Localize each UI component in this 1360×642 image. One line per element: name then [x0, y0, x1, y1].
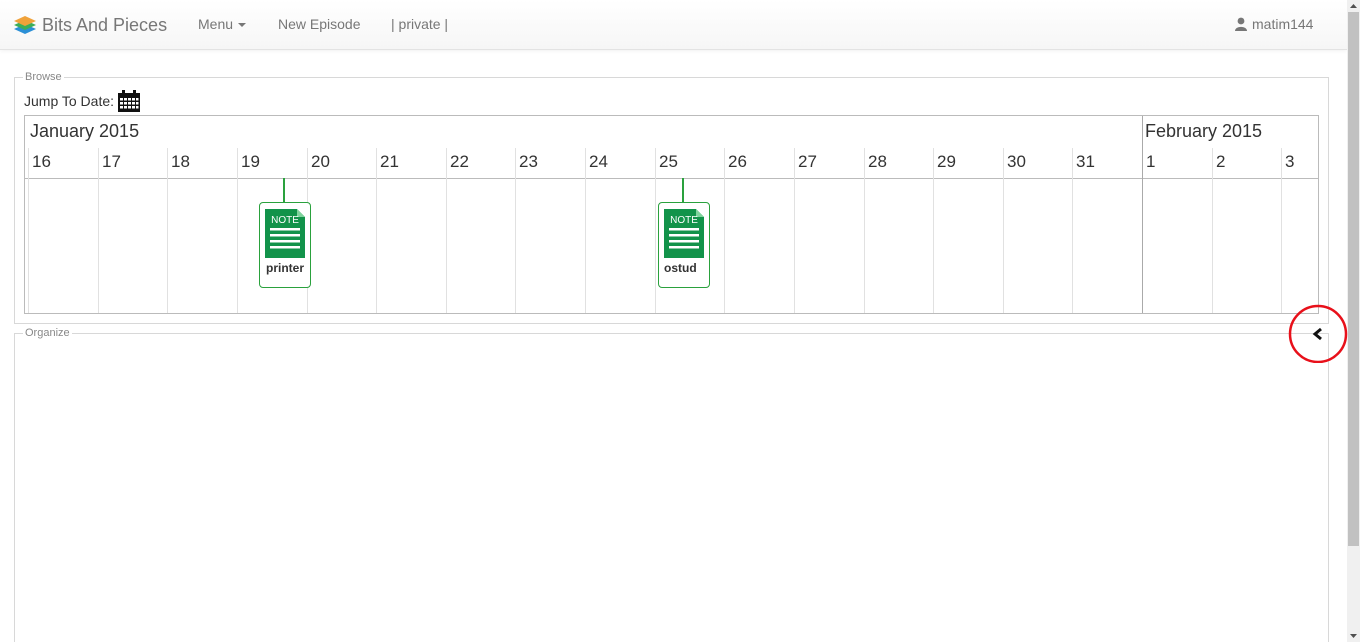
calendar-icon[interactable]	[118, 90, 141, 112]
day-label: 2	[1216, 152, 1226, 171]
organize-panel: Organize	[14, 327, 1329, 642]
timeline-header-divider	[25, 178, 1318, 179]
day-label: 3	[1285, 152, 1295, 171]
caret-down-icon	[238, 23, 247, 28]
brand-title: Bits And Pieces	[42, 14, 168, 35]
jump-to-date-label: Jump To Date:	[24, 93, 115, 109]
event-connector	[283, 178, 285, 202]
day-label: 25	[659, 152, 678, 171]
day-divider	[933, 148, 934, 313]
jump-to-date: Jump To Date:	[24, 90, 141, 112]
day-divider	[1072, 148, 1073, 313]
day-divider	[585, 148, 586, 313]
day-divider	[28, 148, 29, 313]
menu-label: Menu	[198, 16, 234, 32]
day-divider	[376, 148, 377, 313]
day-label: 24	[589, 152, 608, 171]
note-icon-text: NOTE	[670, 215, 698, 226]
scroll-up-arrow-icon[interactable]	[1347, 0, 1360, 12]
note-document-icon: NOTE	[265, 209, 305, 258]
day-divider	[724, 148, 725, 313]
timeline[interactable]: January 2015 February 2015 16 17 18 19 20 21 2…	[24, 115, 1319, 314]
day-divider	[655, 148, 656, 313]
day-divider	[864, 148, 865, 313]
day-label: 30	[1007, 152, 1026, 171]
day-divider	[515, 148, 516, 313]
timeline-event-ostud[interactable]: NOTE ostud	[658, 202, 710, 288]
day-divider	[237, 148, 238, 313]
event-title: ostud	[664, 261, 697, 275]
day-label: 22	[450, 152, 469, 171]
timeline-event-printer[interactable]: NOTE printer	[259, 202, 311, 288]
day-divider	[1281, 148, 1282, 313]
user-menu[interactable]: matim144	[1234, 16, 1313, 32]
day-label: 21	[380, 152, 399, 171]
private-label[interactable]: | private |	[391, 16, 448, 32]
day-label: 1	[1146, 152, 1156, 171]
highlight-circle	[1288, 304, 1348, 363]
day-label: 26	[728, 152, 747, 171]
day-divider	[794, 148, 795, 313]
day-label: 23	[519, 152, 538, 171]
day-divider	[167, 148, 168, 313]
note-icon-text: NOTE	[271, 215, 299, 226]
event-title: printer	[265, 261, 304, 275]
day-divider	[1003, 148, 1004, 313]
user-icon	[1235, 17, 1247, 31]
day-label: 27	[798, 152, 817, 171]
new-episode-link[interactable]: New Episode	[278, 16, 361, 32]
day-divider	[1212, 148, 1213, 313]
month-divider	[1142, 116, 1143, 313]
username: matim144	[1252, 16, 1314, 32]
day-label: 28	[868, 152, 887, 171]
day-divider	[446, 148, 447, 313]
month-label: January 2015	[30, 121, 140, 141]
day-divider	[98, 148, 99, 313]
chevron-left-icon	[1312, 327, 1322, 341]
collapse-sidebar-button[interactable]	[1288, 303, 1348, 363]
menu-dropdown[interactable]: Menu	[198, 16, 247, 32]
brand-link[interactable]: Bits And Pieces	[12, 13, 167, 37]
scroll-thumb[interactable]	[1348, 12, 1359, 546]
layers-logo-icon	[14, 16, 36, 34]
scroll-down-arrow-icon[interactable]	[1347, 630, 1360, 642]
event-connector	[682, 178, 684, 202]
browse-legend: Browse	[23, 71, 64, 83]
top-navbar: Bits And Pieces Menu New Episode | priva…	[0, 0, 1347, 50]
organize-legend: Organize	[23, 327, 72, 339]
day-label: 17	[102, 152, 121, 171]
page-scrollbar[interactable]	[1347, 0, 1360, 642]
day-label: 18	[171, 152, 190, 171]
day-label: 31	[1076, 152, 1095, 171]
day-label: 19	[241, 152, 260, 171]
day-label: 16	[32, 152, 51, 171]
day-label: 29	[937, 152, 956, 171]
note-document-icon: NOTE	[664, 209, 704, 258]
day-label: 20	[311, 152, 330, 171]
month-label: February 2015	[1145, 121, 1263, 141]
